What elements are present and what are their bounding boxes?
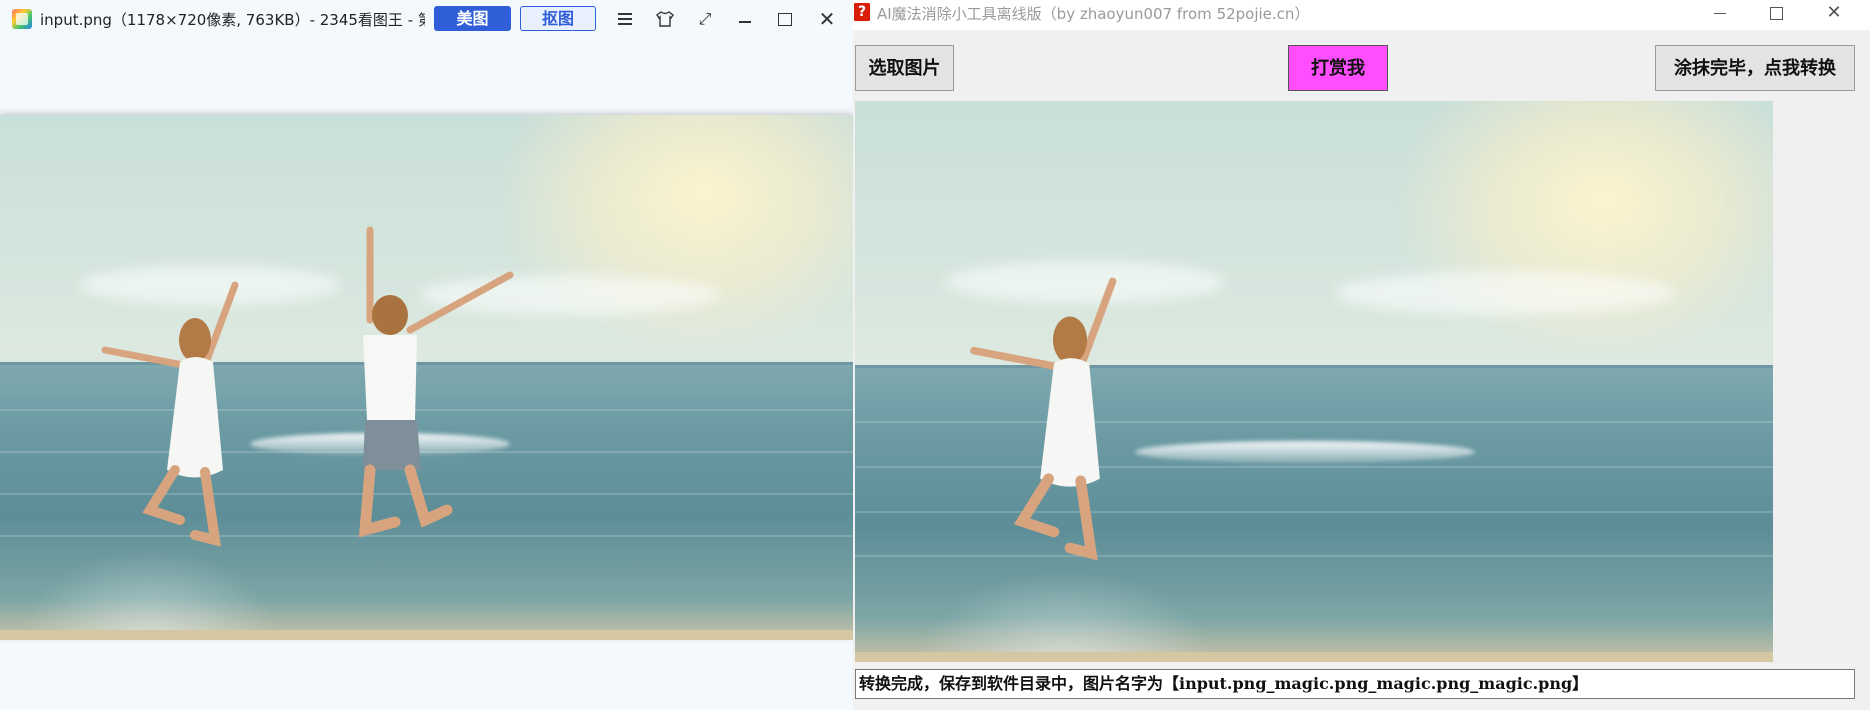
eraser-window-title: AI魔法消除小工具离线版（by zhaoyun007 from 52pojie.… — [877, 5, 1310, 23]
meitu-button[interactable]: 美图 — [434, 6, 511, 31]
fullscreen-icon[interactable]: ⤢ — [694, 8, 716, 30]
image-viewer-window: input.png（1178×720像素, 763KB）- 2345看图王 - … — [0, 0, 853, 710]
help-icon: ? — [854, 3, 870, 21]
minimize-icon[interactable] — [734, 8, 756, 30]
eraser-canvas[interactable] — [855, 101, 1773, 662]
viewer-titlebar: input.png（1178×720像素, 763KB）- 2345看图王 - … — [0, 0, 853, 38]
skin-icon[interactable] — [654, 8, 676, 30]
menu-icon[interactable] — [614, 8, 636, 30]
tip-me-button[interactable]: 打赏我 — [1288, 45, 1388, 91]
koutu-button[interactable]: 抠图 — [520, 6, 596, 31]
status-message: 转换完成，保存到软件目录中，图片名字为【input.png_magic.png_… — [855, 669, 1855, 699]
convert-button[interactable]: 涂抹完毕，点我转换 — [1655, 45, 1855, 91]
person-right — [335, 226, 555, 554]
maximize-icon[interactable] — [774, 8, 796, 30]
viewer-app-icon — [12, 9, 32, 29]
eraser-titlebar: ? AI魔法消除小工具离线版（by zhaoyun007 from 52poji… — [853, 0, 1870, 30]
viewer-photo — [0, 115, 853, 640]
select-image-button[interactable]: 选取图片 — [855, 45, 954, 91]
person-left — [95, 280, 295, 584]
close-icon[interactable]: ✕ — [816, 8, 838, 30]
minimize-icon[interactable] — [1697, 0, 1743, 28]
close-icon[interactable]: ✕ — [1811, 0, 1857, 28]
magic-eraser-window: ? AI魔法消除小工具离线版（by zhaoyun007 from 52poji… — [853, 0, 1870, 710]
person-left — [960, 276, 1180, 600]
viewer-window-title: input.png（1178×720像素, 763KB）- 2345看图王 - … — [40, 11, 425, 29]
maximize-icon[interactable] — [1753, 0, 1799, 28]
